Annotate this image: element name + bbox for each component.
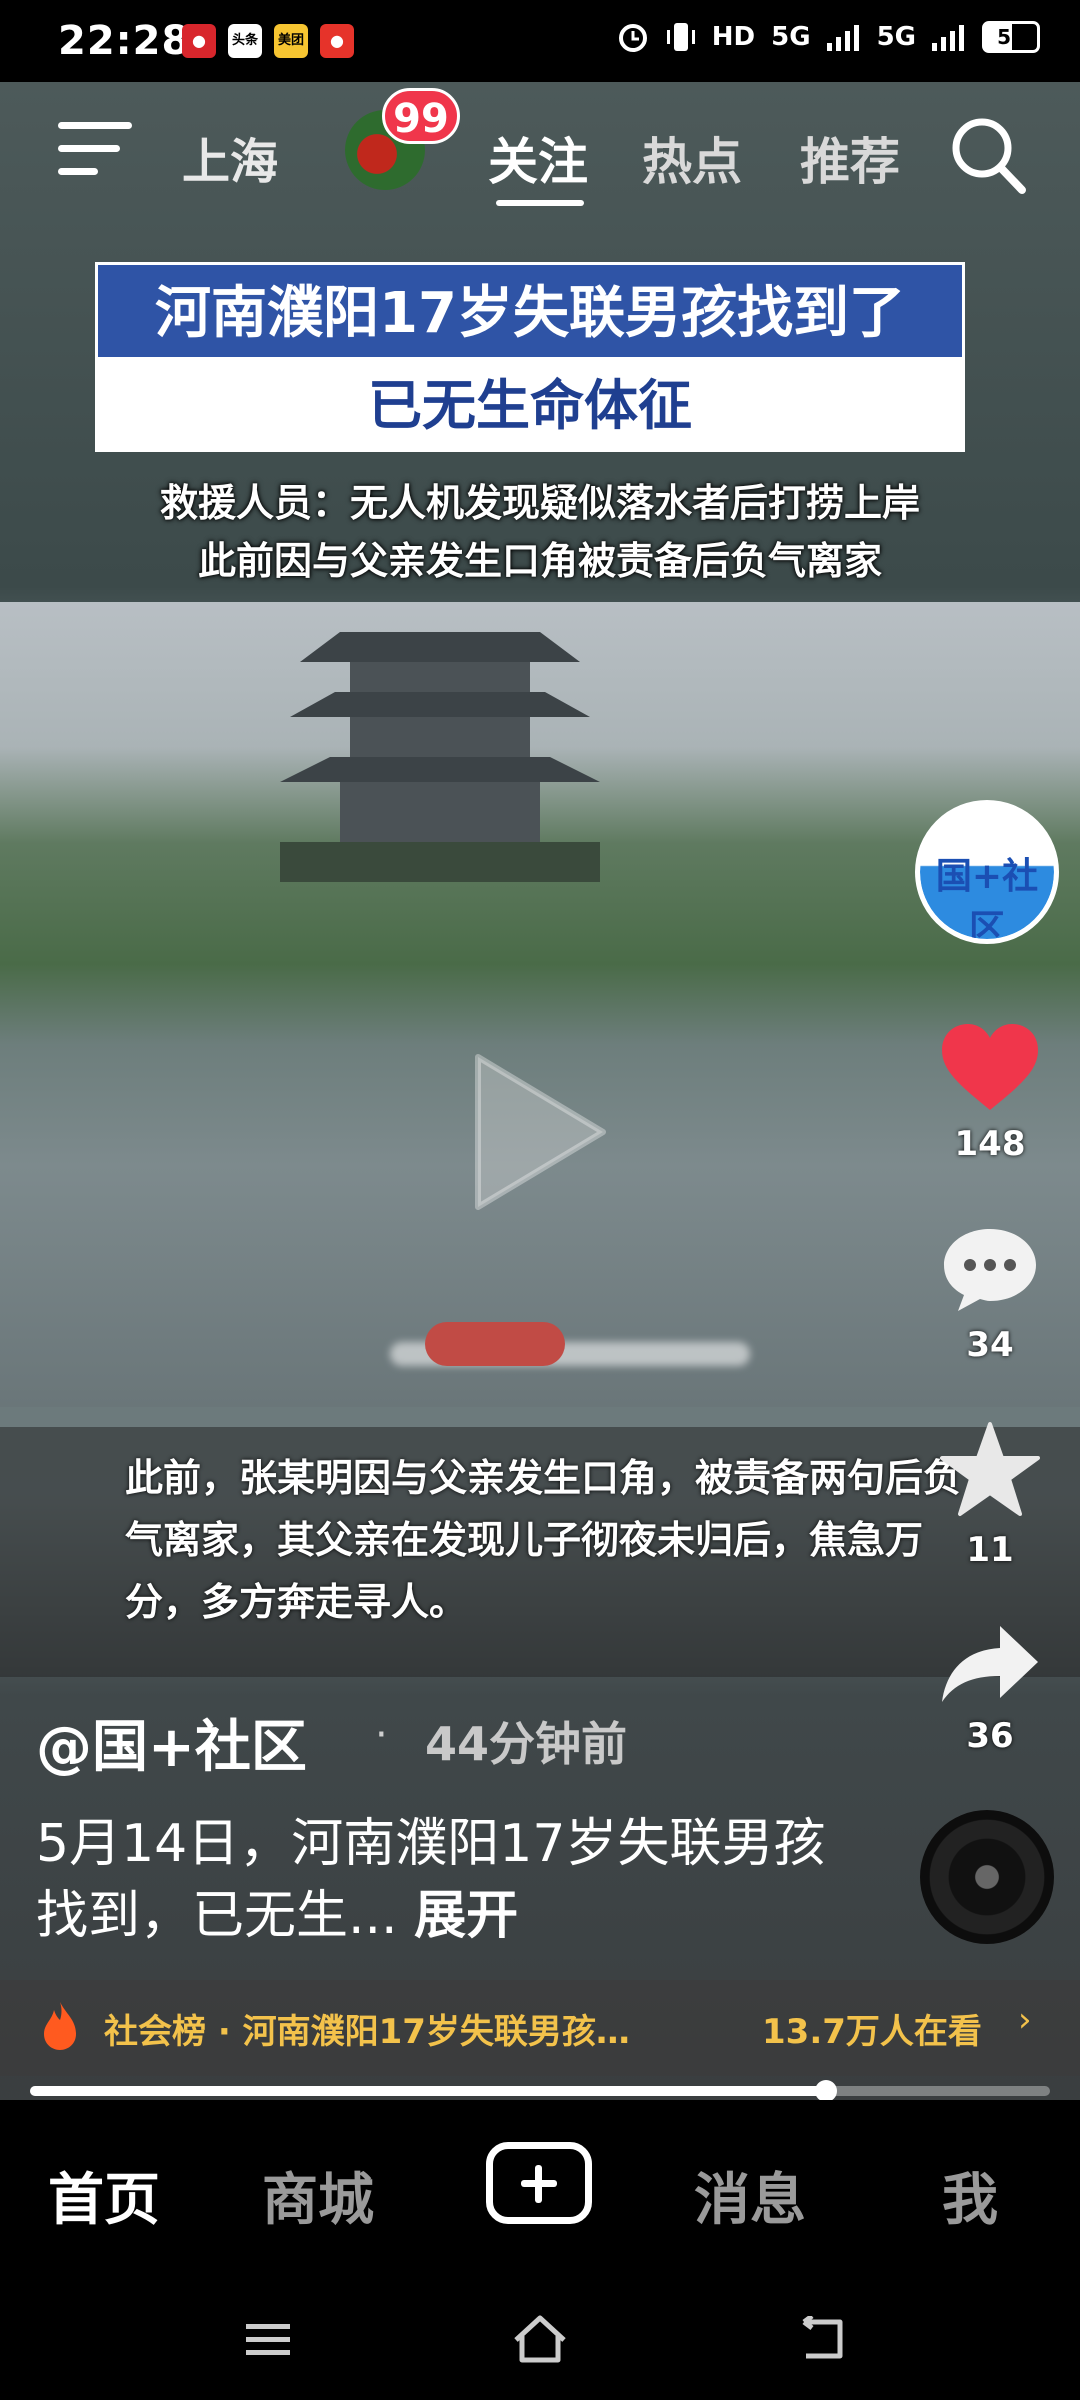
signal-bars-icon-2	[932, 25, 964, 51]
app-notification-icon-2: ●	[320, 24, 354, 58]
headline-line-2: 已无生命体征	[95, 360, 965, 452]
favorite-action[interactable]: 11	[915, 1420, 1065, 1570]
caption-text: 此前，张某明因与父亲发生口角，被责备两句后负气离家，其父亲在发现儿子彻夜未归后，…	[125, 1456, 962, 1624]
toutiao-notification-icon: 头条	[228, 24, 262, 58]
author-name[interactable]: @国+社区	[36, 1702, 307, 1783]
back-icon[interactable]	[796, 2316, 848, 2362]
nav-me[interactable]: 我	[942, 2155, 998, 2236]
tab-following[interactable]: 关注	[488, 122, 588, 194]
hot-list-label: 社会榜 · 河南濮阳17岁失联男孩…	[104, 2012, 630, 2052]
video-headline: 河南濮阳17岁失联男孩找到了 已无生命体征	[95, 262, 965, 452]
comment-action[interactable]: 34	[915, 1225, 1065, 1365]
hd-indicator: HD	[711, 22, 756, 52]
expand-link[interactable]: 展开	[414, 1886, 518, 1946]
comment-count: 34	[966, 1325, 1014, 1365]
app-notification-icon: ●	[182, 24, 216, 58]
hot-list-bar[interactable]: 社会榜 · 河南濮阳17岁失联男孩… 13.7万人在看 ›	[0, 1980, 1080, 2076]
share-icon[interactable]	[938, 1622, 1042, 1706]
system-nav-bar	[0, 2270, 1080, 2400]
home-icon[interactable]	[512, 2314, 568, 2364]
nav-messages[interactable]: 消息	[694, 2155, 806, 2236]
like-action[interactable]: 148	[915, 1022, 1065, 1164]
top-nav: 上海 99 关注 热点 推荐	[0, 82, 1080, 232]
heart-icon[interactable]	[938, 1022, 1042, 1114]
clock: 22:28	[58, 18, 191, 64]
alarm-icon	[618, 24, 647, 52]
tab-hot[interactable]: 热点	[642, 122, 742, 194]
video-progress-bar[interactable]	[30, 2080, 1050, 2102]
active-tab-indicator	[496, 200, 584, 206]
headline-line-1: 河南濮阳17岁失联男孩找到了	[95, 262, 965, 360]
share-action[interactable]: 36	[915, 1622, 1065, 1756]
post-description[interactable]: 5月14日，河南濮阳17岁失联男孩找到，已无生... 展开	[36, 1808, 836, 1952]
share-count: 36	[966, 1716, 1014, 1756]
system-indicators: HD 5G 5G 51	[616, 20, 1040, 54]
channel-avatar[interactable]: 国+社区	[915, 800, 1059, 944]
menu-icon[interactable]	[58, 122, 132, 182]
nav-home[interactable]: 首页	[48, 2155, 160, 2236]
separator-dot: ·	[375, 1712, 388, 1758]
flame-icon	[44, 2002, 76, 2050]
progress-fill	[30, 2086, 826, 2096]
search-icon[interactable]	[948, 110, 1028, 200]
bottom-nav: 首页 商城 消息 我	[0, 2100, 1080, 2270]
comment-icon[interactable]	[940, 1225, 1040, 1315]
like-count: 148	[954, 1124, 1026, 1164]
post-time: 44分钟前	[425, 1717, 628, 1771]
status-bar: 22:28 ● 头条 美团 ● HD 5G 5G 51	[0, 0, 1080, 82]
city-tab[interactable]: 上海	[182, 122, 278, 192]
signal-5g-2: 5G	[876, 22, 916, 52]
signal-5g-1: 5G	[771, 22, 811, 52]
viewer-count: 13.7万人在看	[762, 2012, 982, 2052]
nav-mall[interactable]: 商城	[262, 2155, 374, 2236]
pagoda-image	[280, 632, 600, 882]
video-subtitle-1: 救援人员：无人机发现疑似落水者后打捞上岸	[159, 481, 920, 525]
signal-bars-icon	[826, 25, 859, 51]
tab-recommend[interactable]: 推荐	[800, 122, 900, 194]
vibrate-icon	[666, 23, 695, 51]
play-icon[interactable]	[458, 1042, 618, 1222]
music-disc-icon[interactable]	[920, 1810, 1054, 1944]
rescue-boat	[425, 1322, 565, 1366]
star-icon[interactable]	[938, 1420, 1042, 1520]
notification-badge: 99	[382, 88, 460, 144]
channel-logo-text: 国+社区	[935, 856, 1039, 944]
notification-icons: ● 头条 美团 ●	[182, 24, 354, 58]
chevron-right-icon: ›	[1018, 2000, 1032, 2040]
meituan-notification-icon: 美团	[274, 24, 308, 58]
recent-apps-icon[interactable]	[244, 2320, 292, 2360]
battery-icon: 51	[982, 21, 1040, 53]
favorite-count: 11	[966, 1530, 1014, 1570]
create-post-button[interactable]	[486, 2142, 592, 2224]
video-subtitle-2: 此前因与父亲发生口角被责备后负气离家	[197, 539, 882, 583]
progress-knob[interactable]	[814, 2080, 837, 2102]
